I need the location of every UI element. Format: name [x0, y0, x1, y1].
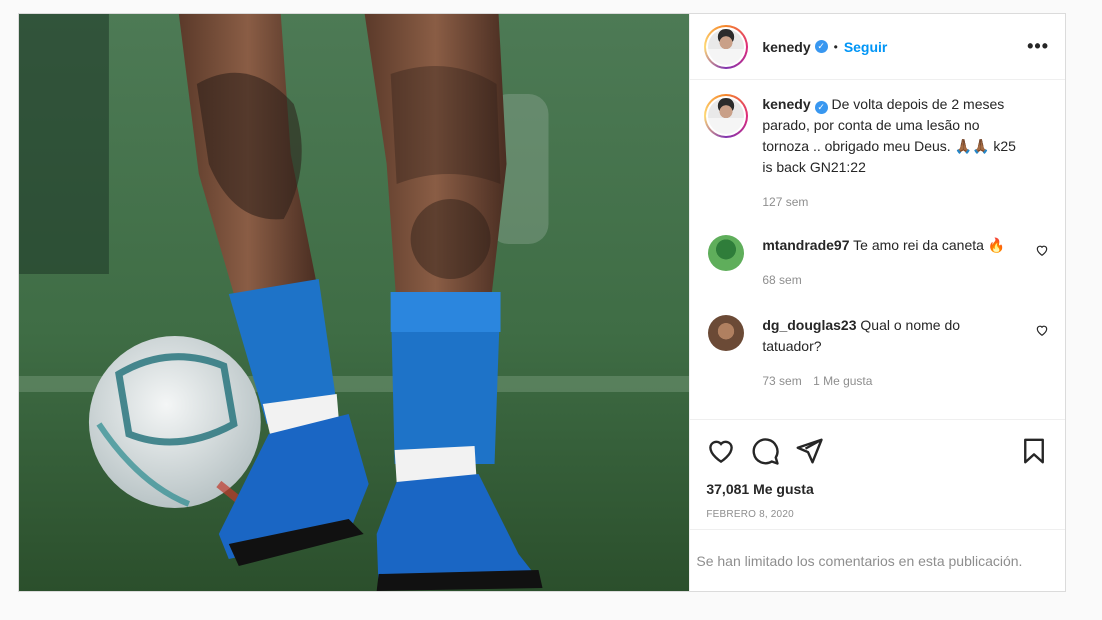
follow-button[interactable]: Seguir — [844, 39, 888, 55]
comment-time: 68 sem — [762, 273, 802, 287]
comment-username[interactable]: dg_douglas23 — [762, 317, 856, 333]
comment-text: Te amo rei da caneta 🔥 — [853, 237, 1006, 253]
comment-username[interactable]: mtandrade97 — [762, 237, 849, 253]
like-comment-heart-icon[interactable] — [1035, 323, 1049, 337]
comment-meta: 73 sem 1 Me gusta — [762, 371, 1021, 392]
comment-time: 73 sem — [762, 374, 802, 388]
post-date: FEBRERO 8, 2020 — [706, 509, 794, 520]
author-username[interactable]: kenedy — [762, 39, 810, 55]
commenter-avatar[interactable] — [708, 315, 745, 351]
comment-item: mtandrade97 Te amo rei da caneta 🔥 68 se… — [704, 235, 1049, 291]
separator-dot: • — [833, 39, 838, 54]
caption-time: 127 sem — [762, 195, 809, 209]
comment-icon[interactable] — [750, 436, 780, 466]
action-bar — [690, 419, 1065, 481]
caption: kenedy ✓ De volta depois de 2 meses parad… — [704, 94, 1049, 213]
like-count[interactable]: 37,081 Me gusta — [690, 481, 1065, 503]
comment-item: dg_douglas23 Qual o nome do tatuador? 73… — [704, 315, 1049, 392]
caption-avatar[interactable] — [704, 94, 749, 138]
post-photo[interactable] — [19, 14, 690, 591]
share-icon[interactable] — [794, 436, 824, 466]
more-options-icon[interactable]: ••• — [1027, 36, 1049, 57]
bookmark-icon[interactable] — [1019, 436, 1049, 466]
post-header: kenedy ✓ • Seguir ••• — [690, 14, 1065, 80]
instagram-post: kenedy ✓ • Seguir ••• kenedy ✓ De volta d… — [18, 13, 1066, 592]
post-sidebar: kenedy ✓ • Seguir ••• kenedy ✓ De volta d… — [689, 14, 1065, 591]
comments-limited-notice: Se han limitado los comentarios en esta … — [690, 529, 1065, 591]
post-image — [19, 14, 690, 591]
heart-icon[interactable] — [706, 436, 736, 466]
comments-list[interactable]: kenedy ✓ De volta depois de 2 meses parad… — [690, 80, 1065, 419]
verified-icon: ✓ — [814, 101, 828, 114]
author-avatar[interactable] — [704, 24, 749, 69]
comment-likes[interactable]: 1 Me gusta — [813, 374, 872, 388]
commenter-avatar[interactable] — [708, 235, 745, 271]
caption-username[interactable]: kenedy — [762, 96, 810, 112]
like-comment-heart-icon[interactable] — [1035, 243, 1049, 257]
verified-icon: ✓ — [814, 40, 828, 53]
